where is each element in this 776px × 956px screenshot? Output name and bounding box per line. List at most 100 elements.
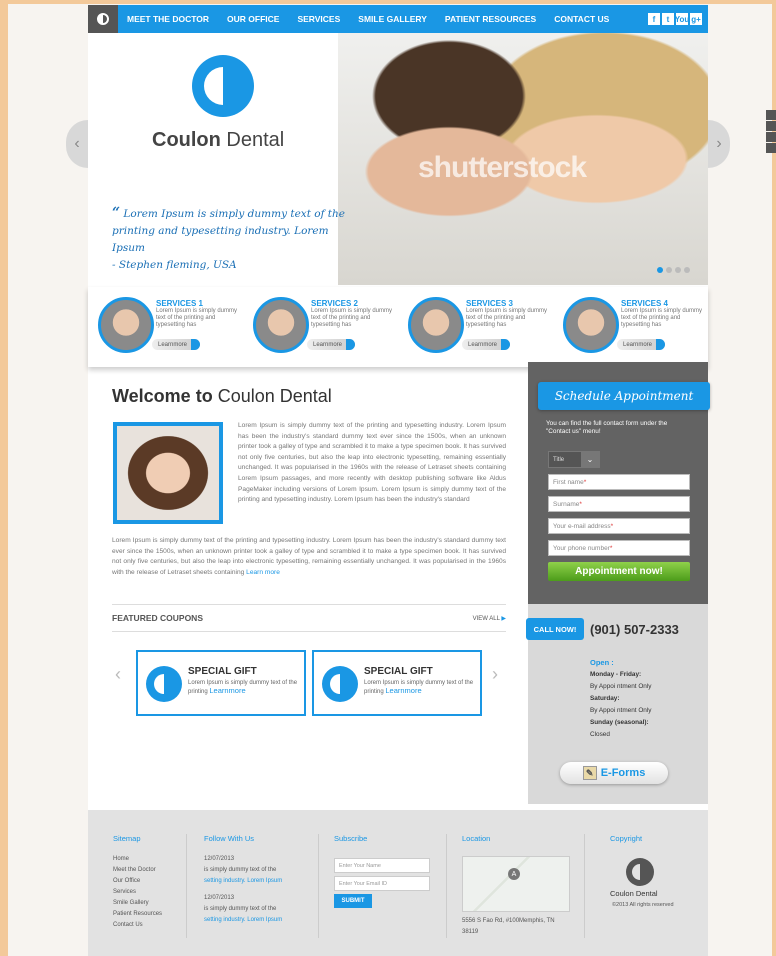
testimonial-quote: “ Lorem Ipsum is simply dummy text of th…	[112, 205, 362, 274]
coupons-prev-arrow[interactable]: ‹	[115, 664, 121, 685]
title-select[interactable]: Title ⌄	[548, 451, 600, 468]
eforms-button[interactable]: ✎ E-Forms	[560, 762, 668, 784]
brand-logo-icon[interactable]	[192, 55, 254, 117]
nav-smile-gallery[interactable]: SMILE GALLERY	[349, 14, 436, 24]
call-now-badge[interactable]: CALL NOW!	[526, 618, 584, 640]
side-social-icons	[766, 110, 776, 153]
appointment-note: You can find the full contact form under…	[546, 420, 668, 435]
quote-mark-icon: “	[112, 205, 121, 221]
service-card: SERVICES 3 Lorem Ipsum is simply dummy t…	[398, 287, 553, 367]
google-plus-icon[interactable]: g+	[690, 13, 702, 25]
main-nav: MEET THE DOCTOR OUR OFFICE SERVICES SMIL…	[88, 5, 708, 33]
mail-icon[interactable]	[766, 143, 776, 153]
schedule-appointment-banner: Schedule Appointment	[538, 382, 710, 410]
slider-dots	[657, 267, 690, 273]
slider-dot[interactable]	[666, 267, 672, 273]
subscribe-submit-button[interactable]: SUBMIT	[334, 894, 372, 908]
subscribe-name-input[interactable]: Enter Your Name	[334, 858, 430, 873]
office-hours: Open : Monday - Friday: By Appoi ntment …	[590, 658, 652, 738]
nav-patient-resources[interactable]: PATIENT RESOURCES	[436, 14, 545, 24]
service-photo[interactable]	[253, 297, 309, 353]
footer-logo-icon	[626, 858, 654, 886]
sitemap-link[interactable]: Our Office	[113, 876, 162, 887]
follow-link[interactable]: setting industry. Lorem Ipsum	[204, 915, 282, 926]
footer-divider	[584, 834, 585, 938]
welcome-paragraph-2: Lorem Ipsum is simply dummy text of the …	[112, 537, 506, 576]
appointment-now-button[interactable]: Appointment now!	[548, 562, 690, 581]
follow-list: 12/07/2013 is simply dummy text of the s…	[204, 854, 282, 926]
twitter-icon[interactable]	[766, 121, 776, 131]
coupon-logo-icon	[322, 666, 358, 702]
copyright-text: ©2013 All rights reserved	[612, 902, 674, 908]
service-title[interactable]: SERVICES 1	[156, 299, 203, 308]
follow-heading: Follow With Us	[204, 834, 255, 843]
services-strip: SERVICES 1 Lorem Ipsum is simply dummy t…	[88, 287, 708, 367]
quote-text: Lorem Ipsum is simply dummy text of the …	[112, 208, 345, 254]
coupon-card[interactable]: SPECIAL GIFT Lorem Ipsum is simply dummy…	[312, 650, 482, 716]
sitemap-link[interactable]: Meet the Doctor	[113, 865, 162, 876]
learn-more-link[interactable]: Learn more	[246, 569, 280, 576]
nav-meet-the-doctor[interactable]: MEET THE DOCTOR	[118, 14, 218, 24]
coupon-logo-icon	[146, 666, 182, 702]
service-title[interactable]: SERVICES 2	[311, 299, 358, 308]
nav-contact-us[interactable]: CONTACT US	[545, 14, 618, 24]
sitemap-link[interactable]: Home	[113, 854, 162, 865]
sitemap-heading: Sitemap	[113, 834, 141, 843]
sitemap-link[interactable]: Contact Us	[113, 920, 162, 931]
service-title[interactable]: SERVICES 3	[466, 299, 513, 308]
footer-divider	[186, 834, 187, 938]
slider-dot[interactable]	[675, 267, 681, 273]
welcome-title: Welcome to Coulon Dental	[112, 386, 332, 406]
service-photo[interactable]	[98, 297, 154, 353]
facebook-icon[interactable]: f	[648, 13, 660, 25]
learn-more-button[interactable]: Learnmore	[462, 339, 510, 350]
phone-field[interactable]: Your phone number *	[548, 540, 690, 556]
nav-our-office[interactable]: OUR OFFICE	[218, 14, 288, 24]
view-all-link[interactable]: VIEW ALL ▶	[473, 615, 506, 622]
surname-field[interactable]: Surname *	[548, 496, 690, 512]
learn-more-button[interactable]: Learnmore	[152, 339, 200, 350]
follow-link[interactable]: setting industry. Lorem Ipsum	[204, 876, 282, 887]
phone-number[interactable]: (901) 507-2333	[590, 622, 679, 637]
nav-social: f t You g+	[648, 13, 708, 25]
coupon-card[interactable]: SPECIAL GIFT Lorem Ipsum is simply dummy…	[136, 650, 306, 716]
home-button[interactable]	[88, 5, 118, 33]
home-logo-icon	[97, 13, 109, 25]
coupons-next-arrow[interactable]: ›	[492, 664, 498, 685]
email-field[interactable]: Your e-mail address *	[548, 518, 690, 534]
linkedin-icon[interactable]	[766, 132, 776, 142]
service-desc: Lorem Ipsum is simply dummy text of the …	[466, 308, 548, 328]
facebook-icon[interactable]	[766, 110, 776, 120]
photo-watermark: shutterstock	[418, 151, 587, 184]
sitemap-link[interactable]: Services	[113, 887, 162, 898]
coupon-learn-more[interactable]: Learnmore	[385, 686, 421, 695]
learn-more-button[interactable]: Learnmore	[617, 339, 665, 350]
sitemap-link[interactable]: Smile Gallery	[113, 898, 162, 909]
nav-services[interactable]: SERVICES	[288, 14, 349, 24]
twitter-icon[interactable]: t	[662, 13, 674, 25]
slider-dot[interactable]	[684, 267, 690, 273]
coupon-title: SPECIAL GIFT	[188, 666, 257, 677]
subscribe-heading: Subscribe	[334, 834, 368, 843]
footer-divider	[446, 834, 447, 938]
learn-more-button[interactable]: Learnmore	[307, 339, 355, 350]
coupon-learn-more[interactable]: Learnmore	[209, 686, 245, 695]
service-photo[interactable]	[563, 297, 619, 353]
youtube-icon[interactable]: You	[675, 13, 689, 25]
location-address: 5556 S Fao Rd, #100Memphis, TN 38119	[462, 918, 555, 935]
first-name-field[interactable]: First name *	[548, 474, 690, 490]
coupons-header: FEATURED COUPONS VIEW ALL ▶	[112, 604, 506, 632]
brand-name[interactable]: Coulon Dental	[152, 129, 284, 152]
subscribe-email-input[interactable]: Enter Your Email ID	[334, 876, 430, 891]
slider-dot[interactable]	[657, 267, 663, 273]
coupon-desc: Lorem Ipsum is simply dummy text of the …	[188, 680, 298, 695]
location-map[interactable]	[462, 856, 570, 912]
map-pin-icon: A	[508, 868, 520, 880]
service-photo[interactable]	[408, 297, 464, 353]
service-card: SERVICES 2 Lorem Ipsum is simply dummy t…	[243, 287, 398, 367]
service-desc: Lorem Ipsum is simply dummy text of the …	[156, 308, 238, 328]
service-title[interactable]: SERVICES 4	[621, 299, 668, 308]
sitemap-link[interactable]: Patient Resources	[113, 909, 162, 920]
service-desc: Lorem Ipsum is simply dummy text of the …	[311, 308, 393, 328]
chevron-down-icon: ⌄	[581, 452, 599, 467]
